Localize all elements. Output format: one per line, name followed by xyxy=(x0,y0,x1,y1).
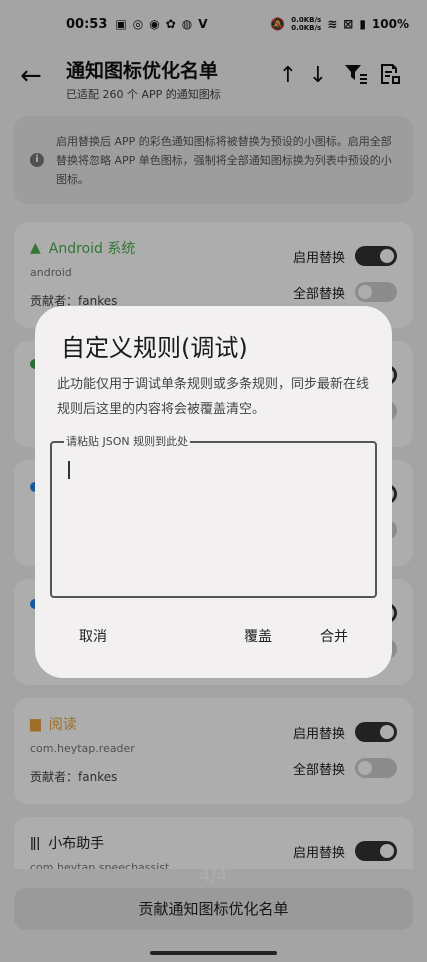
dialog-title: 自定义规则(调试) xyxy=(61,334,248,362)
json-rule-input[interactable]: 请粘贴 JSON 规则到此处 xyxy=(50,434,377,598)
overwrite-button[interactable]: 覆盖 xyxy=(244,626,272,646)
cancel-button[interactable]: 取消 xyxy=(79,626,107,646)
custom-rule-dialog: 自定义规则(调试) 此功能仅用于调试单条规则或多条规则，同步最新在线规则后这里的… xyxy=(35,306,392,678)
json-rule-label: 请粘贴 JSON 规则到此处 xyxy=(64,434,191,450)
text-caret xyxy=(68,461,70,479)
merge-button[interactable]: 合并 xyxy=(320,626,348,646)
home-indicator[interactable] xyxy=(150,951,277,955)
dialog-message: 此功能仅用于调试单条规则或多条规则，同步最新在线规则后这里的内容将会被覆盖清空。 xyxy=(57,377,370,417)
